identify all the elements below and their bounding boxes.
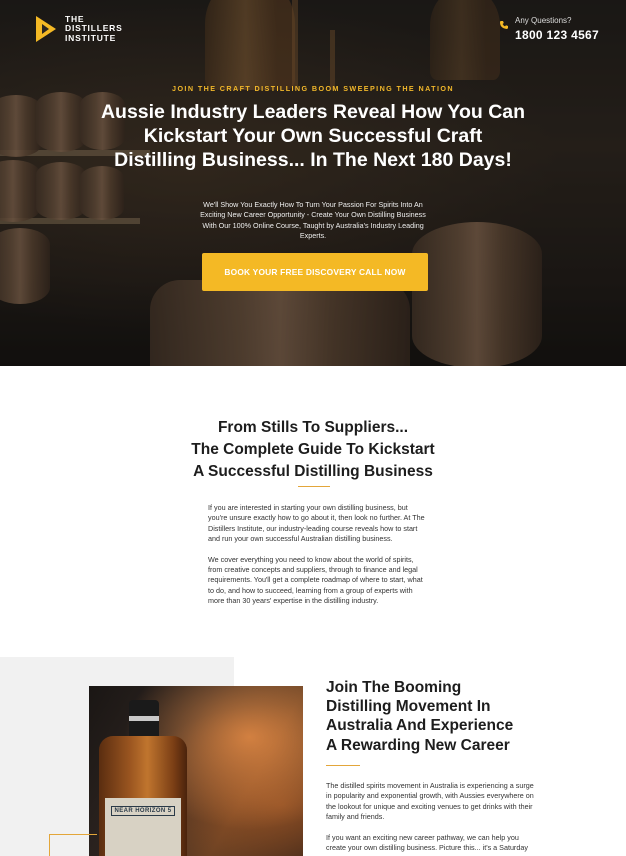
movement-title-line: Join The Booming xyxy=(326,679,462,696)
bottle-image: NEAR HORIZON 5 xyxy=(99,700,187,856)
guide-divider xyxy=(298,486,330,487)
guide-title: From Stills To Suppliers... The Complete… xyxy=(130,417,496,483)
logo-icon xyxy=(34,14,58,44)
hero-kicker: JOIN THE CRAFT DISTILLING BOOM SWEEPING … xyxy=(172,84,454,93)
movement-paragraph: The distilled spirits movement in Austra… xyxy=(326,781,534,822)
phone-icon xyxy=(499,17,509,29)
logo-wordmark: THE DISTILLERS INSTITUTE xyxy=(65,14,123,44)
brand-logo[interactable]: THE DISTILLERS INSTITUTE xyxy=(34,14,123,44)
guide-paragraph: If you are interested in starting your o… xyxy=(208,503,425,544)
movement-divider xyxy=(326,765,360,766)
guide-title-line: From Stills To Suppliers... xyxy=(217,419,409,436)
guide-body: If you are interested in starting your o… xyxy=(208,503,426,617)
hero-section: THE DISTILLERS INSTITUTE Any Questions? … xyxy=(0,0,626,366)
bottle-label: NEAR HORIZON 5 xyxy=(105,798,181,856)
contact-question: Any Questions? xyxy=(515,16,572,25)
movement-body: The distilled spirits movement in Austra… xyxy=(326,781,536,856)
bottle-label-text: NEAR HORIZON 5 xyxy=(110,806,176,816)
guide-title-line: A Successful Distilling Business xyxy=(193,463,433,480)
hero-overlay xyxy=(0,0,626,366)
accent-frame xyxy=(49,834,97,856)
hero-subtitle: We'll Show You Exactly How To Turn Your … xyxy=(200,200,426,240)
header-contact: Any Questions? 1800 123 4567 xyxy=(499,16,599,42)
movement-title-line: A Rewarding New Career xyxy=(326,736,510,754)
hero-title: Aussie Industry Leaders Reveal How You C… xyxy=(100,101,526,171)
movement-title-line: Australia And Experience xyxy=(326,717,514,735)
guide-title-line: The Complete Guide To Kickstart xyxy=(191,441,435,458)
guide-paragraph: We cover everything you need to know abo… xyxy=(208,554,423,606)
bottle-photo: NEAR HORIZON 5 xyxy=(89,686,303,856)
bottle-cap-stripe xyxy=(129,716,159,721)
movement-title-line: Distilling Movement In xyxy=(326,698,491,716)
movement-title: Join The Booming Distilling Movement In … xyxy=(326,678,566,755)
movement-paragraph: If you want an exciting new career pathw… xyxy=(326,832,528,853)
book-discovery-call-button[interactable]: BOOK YOUR FREE DISCOVERY CALL NOW xyxy=(202,253,428,291)
logo-line: INSTITUTE xyxy=(65,32,117,43)
contact-phone-link[interactable]: 1800 123 4567 xyxy=(515,28,599,42)
